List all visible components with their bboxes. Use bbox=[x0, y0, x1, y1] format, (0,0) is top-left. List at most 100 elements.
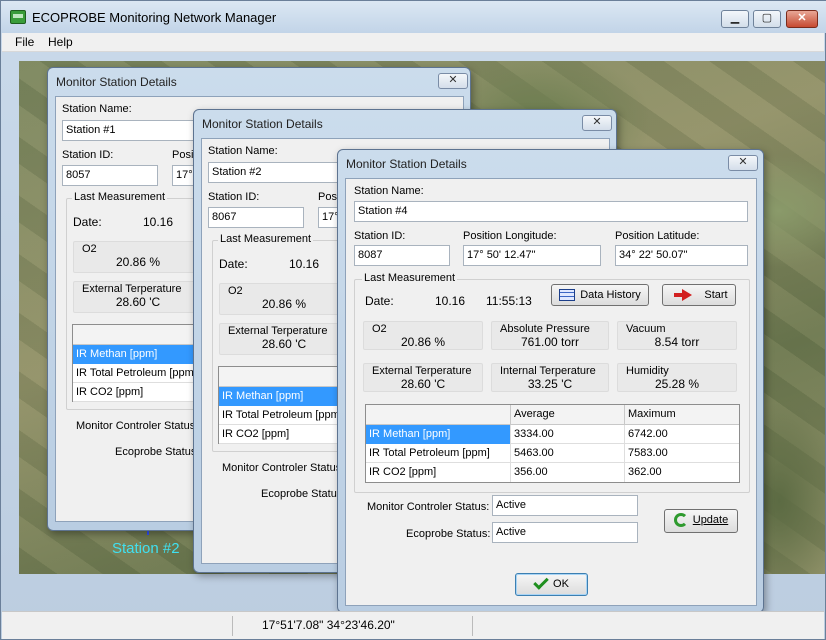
date-value: 10.16 bbox=[435, 294, 466, 308]
ok-button[interactable]: OK bbox=[515, 573, 588, 596]
ecoprobe-status-label: Ecoprobe Status: bbox=[261, 488, 346, 500]
status-separator bbox=[472, 616, 473, 636]
external-temp-value: 28.60 'C bbox=[261, 337, 307, 351]
time-value: 11:55:13 bbox=[486, 294, 532, 308]
external-temp-label: External Terperature bbox=[228, 325, 328, 337]
status-separator bbox=[232, 616, 233, 636]
station-id-label: Station ID: bbox=[208, 191, 260, 203]
average-cell: 3334.00 bbox=[511, 425, 625, 444]
station-id-field[interactable]: 8057 bbox=[62, 165, 158, 186]
external-temp-label: External Terperature bbox=[372, 365, 472, 377]
internal-temp-label: Internal Terperature bbox=[500, 365, 596, 377]
longitude-label: Position Longitude: bbox=[463, 230, 557, 242]
o2-value: 20.86 % bbox=[115, 255, 161, 269]
maximum-cell: 362.00 bbox=[628, 466, 662, 478]
last-measurement-group: Last Measurement Date: 10.16 11:55:13 Da… bbox=[354, 272, 750, 493]
humidity-value: 25.28 % bbox=[654, 377, 700, 391]
station-2-map-label[interactable]: Station #2 bbox=[112, 540, 180, 557]
close-button[interactable]: ✕ bbox=[786, 10, 818, 28]
maximum-cell: 7583.00 bbox=[628, 447, 668, 459]
o2-box: O2 20.86 % bbox=[73, 241, 203, 273]
last-measurement-title: Last Measurement bbox=[218, 233, 314, 245]
average-cell: 5463.00 bbox=[511, 444, 625, 463]
o2-label: O2 bbox=[372, 323, 387, 335]
station-id-field[interactable]: 8087 bbox=[354, 245, 450, 266]
table-row[interactable]: IR Methan [ppm] 3334.00 6742.00 bbox=[366, 425, 739, 444]
external-temp-label: External Terperature bbox=[82, 283, 182, 295]
internal-temp-value: 33.25 'C bbox=[527, 377, 573, 391]
start-button[interactable]: Start bbox=[662, 284, 736, 306]
station-name-label: Station Name: bbox=[354, 185, 424, 197]
dialog-body: Station Name: Station #4 Station ID: 808… bbox=[345, 178, 757, 606]
monitor-status-field[interactable]: Active bbox=[492, 495, 638, 516]
window-title: ECOPROBE Monitoring Network Manager bbox=[32, 10, 277, 25]
minimize-button[interactable]: ▁ bbox=[721, 10, 749, 28]
dialog-close-button[interactable]: ✕ bbox=[728, 155, 758, 171]
internal-temp-box: Internal Terperature 33.25 'C bbox=[491, 363, 609, 392]
date-label: Date: bbox=[219, 257, 248, 271]
ok-label: OK bbox=[553, 578, 569, 590]
header-maximum[interactable]: Maximum bbox=[625, 405, 739, 425]
external-temp-value: 28.60 'C bbox=[115, 295, 161, 309]
sensor-cell: IR Methan [ppm] bbox=[73, 345, 213, 364]
station-name-field[interactable]: Station #4 bbox=[354, 201, 748, 222]
checkmark-icon bbox=[533, 574, 549, 590]
monitor-status-label: Monitor Controler Status: bbox=[367, 501, 490, 513]
longitude-field[interactable]: 17° 50' 12.47" bbox=[463, 245, 601, 266]
maximize-button[interactable]: ▢ bbox=[753, 10, 781, 28]
latitude-field[interactable]: 34° 22' 50.07" bbox=[615, 245, 748, 266]
title-bar[interactable]: ECOPROBE Monitoring Network Manager ▁ ▢ … bbox=[1, 1, 826, 33]
data-history-label: Data History bbox=[580, 289, 641, 301]
vacuum-box: Vacuum 8.54 torr bbox=[617, 321, 737, 350]
sensor-cell: IR Methan [ppm] bbox=[366, 425, 511, 444]
header-average[interactable]: Average bbox=[511, 405, 625, 425]
update-button[interactable]: Update bbox=[664, 509, 738, 533]
sensor-table[interactable]: Average Maximum IR Methan [ppm] 3334.00 … bbox=[365, 404, 740, 483]
table-row[interactable]: IR Total Petroleum [ppm] 5463.00 7583.00 bbox=[366, 444, 739, 463]
date-value: 10.16 bbox=[143, 215, 174, 229]
last-measurement-title: Last Measurement bbox=[72, 191, 168, 203]
update-label: Update bbox=[692, 514, 729, 526]
dialog-close-button[interactable]: ✕ bbox=[582, 115, 612, 131]
station-id-field[interactable]: 8067 bbox=[208, 207, 304, 228]
absolute-pressure-label: Absolute Pressure bbox=[500, 323, 590, 335]
refresh-icon bbox=[673, 513, 688, 528]
table-row[interactable]: IR CO2 [ppm] 356.00 362.00 bbox=[366, 463, 739, 482]
monitor-status-label: Monitor Controler Status: bbox=[222, 462, 345, 474]
latitude-label: Position Latitude: bbox=[615, 230, 700, 242]
sensor-cell: IR CO2 [ppm] bbox=[73, 383, 213, 402]
average-cell: 356.00 bbox=[511, 463, 625, 482]
table-icon bbox=[559, 289, 576, 302]
ecoprobe-status-field[interactable]: Active bbox=[492, 522, 638, 543]
vacuum-value: 8.54 torr bbox=[654, 335, 700, 349]
menu-file[interactable]: File bbox=[15, 35, 34, 49]
sensor-cell: IR Total Petroleum [ppm] bbox=[73, 364, 213, 383]
o2-box: O2 20.86 % bbox=[363, 321, 483, 350]
humidity-box: Humidity 25.28 % bbox=[617, 363, 737, 392]
sensor-cell: IR Total Petroleum [ppm] bbox=[366, 444, 511, 463]
ecoprobe-status-label: Ecoprobe Status: bbox=[406, 528, 491, 540]
absolute-pressure-box: Absolute Pressure 761.00 torr bbox=[491, 321, 609, 350]
external-temp-box: External Terperature 28.60 'C bbox=[219, 323, 349, 355]
o2-label: O2 bbox=[228, 285, 243, 297]
o2-box: O2 20.86 % bbox=[219, 283, 349, 315]
monitor-status-label: Monitor Controler Status: bbox=[76, 420, 199, 432]
station-details-dialog-4: Monitor Station Details ✕ Station Name: … bbox=[337, 149, 764, 613]
date-label: Date: bbox=[73, 215, 102, 229]
menu-bar: File Help bbox=[2, 33, 824, 52]
humidity-label: Humidity bbox=[626, 365, 669, 377]
external-temp-box: External Terperature 28.60 'C bbox=[363, 363, 483, 392]
o2-label: O2 bbox=[82, 243, 97, 255]
absolute-pressure-value: 761.00 torr bbox=[520, 335, 580, 349]
station-id-label: Station ID: bbox=[62, 149, 114, 161]
status-bar: 17°51'7.08" 34°23'46.20" bbox=[2, 611, 824, 639]
menu-help[interactable]: Help bbox=[48, 35, 73, 49]
maximum-cell: 6742.00 bbox=[628, 428, 668, 440]
data-history-button[interactable]: Data History bbox=[551, 284, 649, 306]
date-label: Date: bbox=[365, 294, 394, 308]
ecoprobe-status-label: Ecoprobe Status: bbox=[115, 446, 200, 458]
dialog-close-button[interactable]: ✕ bbox=[438, 73, 468, 89]
table-header: Average Maximum bbox=[366, 405, 739, 425]
dialog-title: Monitor Station Details bbox=[56, 75, 177, 89]
external-temp-value: 28.60 'C bbox=[400, 377, 446, 391]
